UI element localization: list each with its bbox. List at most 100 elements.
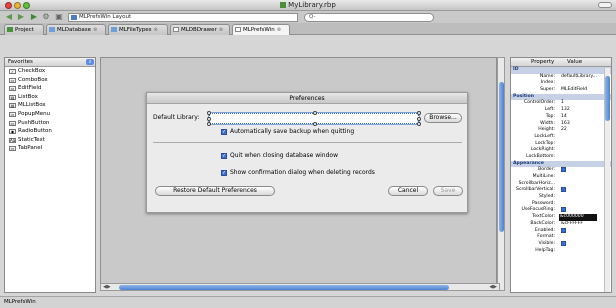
- property-row[interactable]: Enabled:: [511, 227, 611, 235]
- properties-scroll-thumb[interactable]: [605, 76, 610, 121]
- auto-save-checkbox[interactable]: ✓: [221, 129, 227, 135]
- property-row[interactable]: Name: defaultLibrary...: [511, 74, 611, 81]
- checkbox-icon: ✓: [9, 69, 16, 74]
- properties-scrollbar[interactable]: [604, 68, 610, 292]
- property-row[interactable]: HelpTag:: [511, 248, 611, 255]
- close-tab-icon[interactable]: ⊗: [277, 25, 281, 35]
- vertical-scroll-thumb[interactable]: [499, 82, 504, 232]
- property-key: Styled:: [538, 194, 555, 200]
- property-key: Super:: [540, 87, 555, 93]
- tab-mlfiletypes[interactable]: MLFileTypes ⊗: [108, 24, 168, 35]
- control-listbox[interactable]: ▤ ListBox: [5, 93, 95, 102]
- scroll-left-icon[interactable]: ◀▶: [103, 284, 111, 290]
- resize-handle[interactable]: [207, 111, 211, 115]
- tab-mlprefswin[interactable]: MLPrefsWin ⊗: [232, 24, 290, 35]
- property-value[interactable]: 22: [561, 127, 567, 134]
- tab-project[interactable]: Project: [4, 24, 44, 35]
- divider: [153, 142, 462, 143]
- property-row[interactable]: Border:: [511, 167, 611, 174]
- property-row[interactable]: LockBottom:: [511, 154, 611, 161]
- browse-button[interactable]: Browse...: [424, 113, 462, 123]
- property-value[interactable]: &cFFFFFF: [561, 221, 583, 228]
- property-row[interactable]: TextColor: &c000000: [511, 214, 611, 221]
- checked-checkbox-icon[interactable]: [561, 240, 566, 246]
- property-row[interactable]: ScrollbarVertical:: [511, 187, 611, 194]
- toolbar-toggle-button[interactable]: [598, 2, 612, 8]
- control-radiobutton[interactable]: ◉ RadioButton: [5, 127, 95, 136]
- title-bar: MyLibrary.rbp: [0, 0, 616, 11]
- build-icon[interactable]: ▣: [54, 12, 64, 22]
- property-row[interactable]: MultiLine:: [511, 174, 611, 181]
- cancel-button[interactable]: Cancel: [388, 186, 428, 196]
- tab-mldbdrawer[interactable]: MLDBDrawer ⊗: [170, 24, 230, 35]
- resize-handle[interactable]: [417, 117, 421, 121]
- canvas-vertical-scrollbar[interactable]: [497, 57, 505, 291]
- back-icon[interactable]: ◀: [4, 12, 14, 22]
- checked-checkbox-icon[interactable]: [561, 187, 566, 193]
- pushbutton-icon: ▭: [9, 120, 16, 126]
- restore-defaults-button[interactable]: Restore Default Preferences: [155, 186, 275, 196]
- checked-checkbox-icon[interactable]: [561, 207, 566, 213]
- property-section: ID: [511, 67, 611, 74]
- search-input[interactable]: Q-: [304, 13, 434, 22]
- resize-handle[interactable]: [313, 122, 317, 126]
- window-title: MyLibrary.rbp: [0, 1, 616, 9]
- control-tabpanel[interactable]: ▭ TabPanel: [5, 144, 95, 153]
- control-statictext[interactable]: Aa StaticText: [5, 136, 95, 145]
- confirm-delete-checkbox[interactable]: ✓: [221, 170, 227, 176]
- property-row[interactable]: Left: 132: [511, 107, 611, 114]
- resize-handle[interactable]: [207, 122, 211, 126]
- checked-checkbox-icon[interactable]: [561, 167, 566, 173]
- control-combobox[interactable]: ▭ ComboBox: [5, 76, 95, 85]
- project-icon: [280, 2, 287, 8]
- canvas-horizontal-scrollbar[interactable]: ◀▶ ◀▶: [100, 283, 500, 291]
- close-tab-icon[interactable]: ⊗: [93, 25, 97, 35]
- status-bar: MLPrefsWin: [0, 296, 616, 308]
- control-mllistbox[interactable]: ▤ MLListBox: [5, 101, 95, 110]
- project-icon: [7, 27, 13, 32]
- property-row[interactable]: Visible:: [511, 240, 611, 248]
- property-row[interactable]: LockRight:: [511, 147, 611, 154]
- run-icon[interactable]: ▶: [29, 12, 39, 22]
- property-key: TextColor:: [532, 214, 555, 220]
- resize-handle[interactable]: [313, 111, 317, 115]
- property-row[interactable]: Styled:: [511, 194, 611, 201]
- control-pushbutton[interactable]: ▭ PushButton: [5, 119, 95, 128]
- tab-mldatabase[interactable]: MLDatabase ⊗: [46, 24, 106, 35]
- property-section: Appearance: [511, 160, 611, 168]
- horizontal-scroll-thumb[interactable]: [119, 285, 449, 290]
- build-settings-icon[interactable]: ⚙: [41, 12, 51, 22]
- scroll-right-icon[interactable]: ◀▶: [489, 284, 497, 290]
- resize-handle[interactable]: [207, 117, 211, 121]
- property-value[interactable]: 132: [561, 107, 570, 114]
- checked-checkbox-icon[interactable]: [561, 227, 566, 233]
- control-checkbox[interactable]: ✓ CheckBox: [5, 67, 95, 76]
- resize-handle[interactable]: [417, 122, 421, 126]
- default-library-field[interactable]: [207, 111, 421, 126]
- forward-icon[interactable]: ▶: [16, 12, 26, 22]
- property-row[interactable]: LockLeft:: [511, 134, 611, 141]
- control-popupmenu[interactable]: ▭ PopupMenu: [5, 110, 95, 119]
- control-editfield[interactable]: ▭ EditField: [5, 84, 95, 93]
- property-row[interactable]: Top: 14: [511, 114, 611, 121]
- property-row[interactable]: BackColor: &cFFFFFF: [511, 221, 611, 228]
- property-row[interactable]: Super: MLEditField: [511, 87, 611, 94]
- close-tab-icon[interactable]: ⊗: [219, 25, 223, 35]
- quit-on-close-checkbox[interactable]: ✓: [221, 153, 227, 159]
- favorites-popup[interactable]: Favorites ⇕: [5, 58, 95, 67]
- listbox-icon: ▤: [9, 103, 16, 109]
- property-key: Format:: [537, 234, 555, 240]
- property-value[interactable]: 14: [561, 114, 567, 121]
- property-key: MultiLine:: [532, 174, 555, 179]
- property-row[interactable]: Height: 22: [511, 127, 611, 134]
- preferences-window: Preferences Default Library: Browse... ✓…: [146, 92, 468, 213]
- close-tab-icon[interactable]: ⊗: [154, 25, 158, 35]
- property-value[interactable]: defaultLibrary...: [561, 74, 597, 81]
- resize-handle[interactable]: [417, 111, 421, 115]
- property-row[interactable]: Format:: [511, 234, 611, 241]
- save-button[interactable]: Save: [433, 186, 463, 196]
- property-value[interactable]: MLEditField: [561, 87, 587, 94]
- property-value[interactable]: &c000000: [559, 214, 597, 221]
- property-row[interactable]: LockTop:: [511, 141, 611, 148]
- location-field[interactable]: MLPrefsWin Layout: [68, 13, 298, 22]
